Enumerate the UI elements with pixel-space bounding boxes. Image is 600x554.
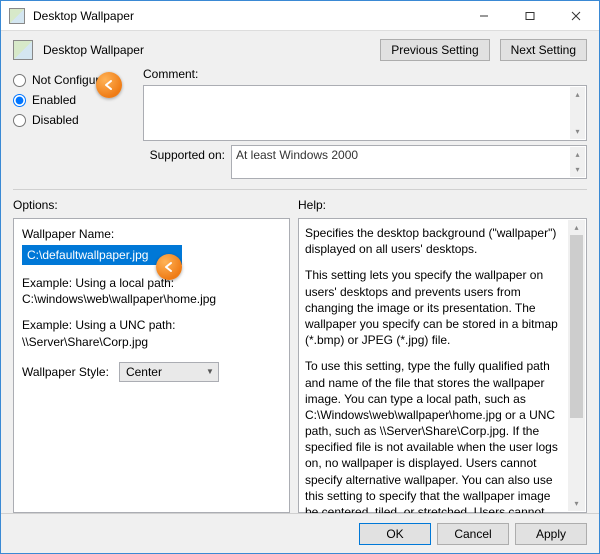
- panes: Wallpaper Name: Example: Using a local p…: [13, 218, 587, 513]
- radio-enabled[interactable]: [13, 94, 26, 107]
- help-paragraph: This setting lets you specify the wallpa…: [305, 267, 566, 348]
- example-unc: Example: Using a UNC path: \\Server\Shar…: [22, 317, 281, 349]
- comment-scrollbar[interactable]: ▴ ▾: [570, 87, 585, 139]
- wallpaper-style-combo[interactable]: Center ▼: [119, 362, 219, 382]
- scroll-down-icon[interactable]: ▾: [570, 162, 585, 177]
- wallpaper-style-row: Wallpaper Style: Center ▼: [22, 362, 281, 382]
- supported-box: At least Windows 2000 ▴ ▾: [231, 145, 587, 179]
- dialog-footer: OK Cancel Apply: [1, 513, 599, 553]
- ok-button[interactable]: OK: [359, 523, 431, 545]
- scroll-up-icon[interactable]: ▴: [570, 87, 585, 102]
- apply-button[interactable]: Apply: [515, 523, 587, 545]
- title-bar[interactable]: Desktop Wallpaper: [1, 1, 599, 31]
- scrollbar-track[interactable]: [568, 235, 585, 496]
- help-scrollbar[interactable]: ▴ ▾: [568, 220, 585, 511]
- wallpaper-name-label: Wallpaper Name:: [22, 227, 281, 241]
- example-unc-value: \\Server\Share\Corp.jpg: [22, 334, 281, 350]
- comment-textarea[interactable]: ▴ ▾: [143, 85, 587, 141]
- scroll-up-icon[interactable]: ▴: [570, 147, 585, 162]
- maximize-button[interactable]: [507, 1, 553, 31]
- annotation-arrow-icon: [96, 72, 122, 98]
- help-paragraph: To use this setting, type the fully qual…: [305, 358, 566, 513]
- comment-column: Comment: ▴ ▾ Supported on: At least Wind…: [143, 67, 587, 179]
- help-text: Specifies the desktop background ("wallp…: [305, 225, 566, 513]
- supported-value: At least Windows 2000: [236, 148, 358, 162]
- policy-editor-window: Desktop Wallpaper Desktop Wallpaper Prev…: [0, 0, 600, 554]
- annotation-arrow-icon: [156, 254, 182, 280]
- example-unc-label: Example: Using a UNC path:: [22, 317, 281, 333]
- help-paragraph: Specifies the desktop background ("wallp…: [305, 225, 566, 257]
- example-local-label: Example: Using a local path:: [22, 275, 281, 291]
- example-local-value: C:\windows\web\wallpaper\home.jpg: [22, 291, 281, 307]
- options-pane: Wallpaper Name: Example: Using a local p…: [13, 218, 290, 513]
- scroll-down-icon[interactable]: ▾: [570, 124, 585, 139]
- options-label: Options:: [13, 198, 298, 212]
- content-area: Desktop Wallpaper Previous Setting Next …: [1, 31, 599, 513]
- supported-scrollbar[interactable]: ▴ ▾: [570, 147, 585, 177]
- scroll-down-icon[interactable]: ▾: [568, 496, 585, 511]
- supported-label: Supported on:: [143, 145, 225, 162]
- previous-setting-button[interactable]: Previous Setting: [380, 39, 489, 61]
- example-local: Example: Using a local path: C:\windows\…: [22, 275, 281, 307]
- section-labels: Options: Help:: [13, 198, 587, 212]
- divider: [13, 189, 587, 190]
- scrollbar-thumb[interactable]: [570, 235, 583, 418]
- scroll-up-icon[interactable]: ▴: [568, 220, 585, 235]
- header-row: Desktop Wallpaper Previous Setting Next …: [13, 39, 587, 61]
- wallpaper-style-value: Center: [126, 365, 162, 379]
- state-disabled[interactable]: Disabled: [13, 113, 133, 127]
- help-pane: Specifies the desktop background ("wallp…: [298, 218, 587, 513]
- minimize-button[interactable]: [461, 1, 507, 31]
- policy-name: Desktop Wallpaper: [43, 43, 144, 57]
- supported-row: Supported on: At least Windows 2000 ▴ ▾: [143, 145, 587, 179]
- chevron-down-icon: ▼: [206, 367, 214, 376]
- cancel-button[interactable]: Cancel: [437, 523, 509, 545]
- comment-label: Comment:: [143, 67, 587, 81]
- window-title: Desktop Wallpaper: [33, 9, 461, 23]
- wallpaper-style-label: Wallpaper Style:: [22, 365, 109, 379]
- policy-icon: [13, 40, 33, 60]
- radio-not-configured[interactable]: [13, 74, 26, 87]
- help-label: Help:: [298, 198, 587, 212]
- window-icon: [9, 8, 25, 24]
- radio-label: Disabled: [32, 113, 79, 127]
- next-setting-button[interactable]: Next Setting: [500, 39, 587, 61]
- radio-label: Enabled: [32, 93, 76, 107]
- close-button[interactable]: [553, 1, 599, 31]
- radio-disabled[interactable]: [13, 114, 26, 127]
